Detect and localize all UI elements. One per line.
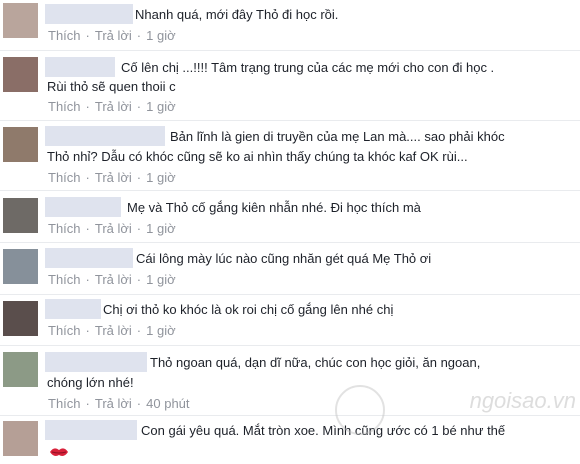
comment-actions: Thích · Trả lời · 1 giờ [48, 323, 176, 338]
comment-text-line2: Thỏ nhỉ? Dẫu có khóc cũng sẽ ko ai nhìn … [47, 149, 468, 164]
avatar[interactable] [3, 57, 38, 92]
separator: · [85, 28, 90, 43]
separator: · [85, 323, 90, 338]
comment-item: Mẹ và Thỏ cố gắng kiên nhẫn nhé. Đi học … [0, 191, 580, 241]
like-link[interactable]: Thích [48, 323, 81, 338]
commenter-name-redacted[interactable] [45, 352, 147, 372]
comment-item: Bản lĩnh là gien di truyền của mẹ Lan mà… [0, 121, 580, 189]
commenter-name-redacted[interactable] [45, 126, 165, 146]
timestamp[interactable]: 1 giờ [146, 170, 176, 185]
timestamp[interactable]: 1 giờ [146, 99, 176, 114]
comment-list: Nhanh quá, mới đây Thỏ đi học rồi. Thích… [0, 0, 580, 464]
avatar[interactable] [3, 198, 38, 233]
like-link[interactable]: Thích [48, 272, 81, 287]
timestamp[interactable]: 1 giờ [146, 272, 176, 287]
separator: · [136, 99, 142, 114]
avatar[interactable] [3, 352, 38, 387]
comment-item: Nhanh quá, mới đây Thỏ đi học rồi. Thích… [0, 0, 580, 50]
commenter-name-redacted[interactable] [45, 420, 137, 440]
reply-link[interactable]: Trả lời [95, 28, 132, 43]
separator: · [136, 170, 142, 185]
like-link[interactable]: Thích [48, 170, 81, 185]
comment-text: Mẹ và Thỏ cố gắng kiên nhẫn nhé. Đi học … [127, 200, 421, 215]
separator: · [85, 99, 90, 114]
comment-actions: Thích · Trả lời · 1 giờ [48, 28, 176, 43]
separator: · [85, 221, 90, 236]
timestamp[interactable]: 1 giờ [146, 28, 176, 43]
commenter-name-redacted[interactable] [45, 4, 133, 24]
reply-link[interactable]: Trả lời [95, 99, 132, 114]
comment-text: Bản lĩnh là gien di truyền của mẹ Lan mà… [170, 129, 505, 144]
like-link[interactable]: Thích [48, 221, 81, 236]
separator: · [85, 170, 90, 185]
comment-text: Nhanh quá, mới đây Thỏ đi học rồi. [135, 7, 339, 22]
reply-link[interactable]: Trả lời [95, 221, 132, 236]
avatar[interactable] [3, 127, 38, 162]
comment-item: Con gái yêu quá. Mắt tròn xoe. Mình cũng… [0, 416, 580, 464]
commenter-name-redacted[interactable] [45, 248, 133, 268]
comment-item: Chị ơi thỏ ko khóc là ok roi chị cố gắng… [0, 295, 580, 345]
comment-actions: Thích · Trả lời · 1 giờ [48, 99, 176, 114]
like-link[interactable]: Thích [48, 28, 81, 43]
avatar[interactable] [3, 301, 38, 336]
separator: · [85, 396, 90, 411]
kiss-emoji-icon [50, 448, 68, 456]
comment-actions: Thích · Trả lời · 1 giờ [48, 221, 176, 236]
separator: · [136, 28, 142, 43]
comment-text: Chị ơi thỏ ko khóc là ok roi chị cố gắng… [103, 302, 394, 317]
comment-actions: Thích · Trả lời · 1 giờ [48, 170, 176, 185]
comment-text-line2: Rùi thỏ sẽ quen thoii c [47, 79, 176, 94]
separator: · [136, 272, 142, 287]
comment-item: Cố lên chị ...!!!! Tâm trạng trung của c… [0, 51, 580, 119]
watermark: ngoisao.vn [469, 388, 576, 413]
reply-link[interactable]: Trả lời [95, 272, 132, 287]
separator: · [136, 396, 142, 411]
comment-text: Cố lên chị ...!!!! Tâm trạng trung của c… [121, 60, 495, 75]
separator: · [85, 272, 90, 287]
reply-link[interactable]: Trả lời [95, 323, 132, 338]
reply-link[interactable]: Trả lời [95, 396, 132, 411]
commenter-name-redacted[interactable] [45, 57, 115, 77]
like-link[interactable]: Thích [48, 99, 81, 114]
timestamp[interactable]: 1 giờ [146, 221, 176, 236]
timestamp[interactable]: 40 phút [146, 396, 189, 411]
comment-text: Thỏ ngoan quá, dạn dĩ nữa, chúc con học … [150, 355, 481, 370]
comment-actions: Thích · Trả lời · 40 phút [48, 396, 190, 411]
commenter-name-redacted[interactable] [45, 197, 121, 217]
separator: · [136, 323, 142, 338]
comment-text: Cái lông mày lúc nào cũng nhăn gét quá M… [136, 251, 432, 266]
comment-item: Cái lông mày lúc nào cũng nhăn gét quá M… [0, 243, 580, 293]
separator: · [136, 221, 142, 236]
comment-text-line2: chóng lớn nhé! [47, 375, 134, 390]
comment-text: Con gái yêu quá. Mắt tròn xoe. Mình cũng… [141, 423, 506, 438]
avatar[interactable] [3, 249, 38, 284]
avatar[interactable] [3, 3, 38, 38]
watermark-logo-icon [335, 385, 385, 435]
like-link[interactable]: Thích [48, 396, 81, 411]
reply-link[interactable]: Trả lời [95, 170, 132, 185]
commenter-name-redacted[interactable] [45, 299, 101, 319]
comment-actions: Thích · Trả lời · 1 giờ [48, 272, 176, 287]
avatar[interactable] [3, 421, 38, 456]
timestamp[interactable]: 1 giờ [146, 323, 176, 338]
